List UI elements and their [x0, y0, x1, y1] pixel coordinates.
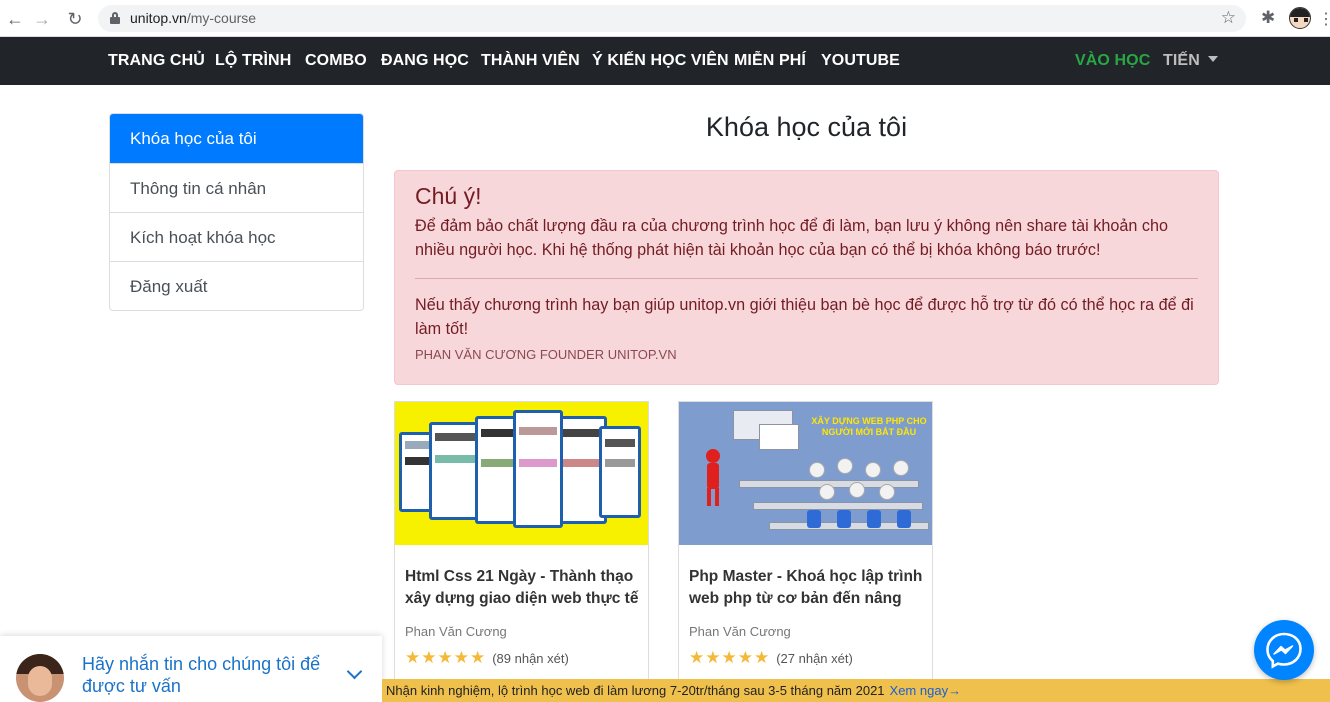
sidebar-item-my-courses[interactable]: Khóa học của tôi — [110, 114, 363, 163]
star-rating-icon: ★★★★★ — [405, 648, 487, 667]
course-author: Phan Văn Cương — [689, 624, 791, 639]
account-sidebar: Khóa học của tôi Thông tin cá nhân Kích … — [109, 113, 364, 311]
course-rating: ★★★★★ (27 nhận xét) — [689, 648, 853, 668]
course-title[interactable]: Html Css 21 Ngày - Thành thạo xây dựng g… — [405, 566, 640, 610]
alert-signature: PHAN VĂN CƯƠNG FOUNDER UNITOP.VN — [415, 347, 677, 362]
caret-down-icon — [1207, 56, 1218, 62]
course-thumbnail[interactable] — [395, 402, 648, 545]
messenger-icon — [1266, 632, 1302, 669]
alert-divider — [415, 278, 1198, 279]
nav-combo[interactable]: COMBO — [305, 52, 367, 70]
chat-prompt-text[interactable]: Hãy nhắn tin cho chúng tôi để được tư vấ… — [82, 653, 352, 697]
review-count: (89 nhận xét) — [492, 651, 569, 666]
course-card[interactable]: Html Css 21 Ngày - Thành thạo xây dựng g… — [394, 401, 649, 702]
nav-dang-hoc[interactable]: ĐANG HỌC — [381, 52, 469, 70]
course-card[interactable]: XÂY DỰNG WEB PHP CHO NGƯỜI MỚI BẮT ĐẦU P… — [678, 401, 933, 702]
promo-link[interactable]: Xem ngay→ — [890, 683, 962, 698]
forward-icon[interactable]: → — [31, 8, 53, 30]
site-navbar: TRANG CHỦ LỘ TRÌNH COMBO ĐANG HỌC THÀNH … — [0, 37, 1330, 85]
url-path: /my-course — [186, 10, 257, 26]
nav-thanh-vien[interactable]: THÀNH VIÊN — [481, 52, 580, 70]
nav-vao-hoc[interactable]: VÀO HỌC — [1075, 52, 1150, 70]
sidebar-item-activate-course[interactable]: Kích hoạt khóa học — [110, 212, 363, 261]
messenger-button[interactable] — [1254, 620, 1314, 680]
nav-mien-phi[interactable]: MIỄN PHÍ — [734, 52, 806, 70]
nav-youtube[interactable]: YOUTUBE — [821, 52, 900, 70]
alert-paragraph-1: Để đảm bảo chất lượng đầu ra của chương … — [415, 217, 1168, 259]
nav-y-kien-hoc-vien[interactable]: Ý KIẾN HỌC VIÊN — [592, 52, 729, 70]
user-name: TIẾN — [1163, 52, 1200, 69]
chat-agent-avatar — [16, 654, 64, 702]
bookmark-star-icon[interactable]: ☆ — [1221, 8, 1236, 28]
profile-avatar-icon[interactable] — [1289, 7, 1311, 29]
alert-paragraph-2: Nếu thấy chương trình hay bạn giúp unito… — [415, 296, 1194, 338]
nav-trang-chu[interactable]: TRANG CHỦ — [108, 52, 205, 70]
url-text[interactable]: unitop.vn/my-course — [130, 10, 256, 26]
extensions-puzzle-icon[interactable]: ✱ — [1261, 8, 1275, 28]
address-bar[interactable]: unitop.vn/my-course ☆ — [98, 5, 1246, 32]
lock-icon[interactable] — [110, 12, 120, 24]
star-rating-icon: ★★★★★ — [689, 648, 771, 667]
promo-text: Nhận kinh nghiệm, lộ trình học web đi là… — [386, 683, 885, 698]
promo-bar: Nhận kinh nghiệm, lộ trình học web đi là… — [382, 679, 1330, 702]
url-host: unitop.vn — [130, 10, 187, 26]
browser-toolbar: ← → ↻ unitop.vn/my-course ☆ ✱ ⋮ — [0, 0, 1330, 37]
page-title: Khóa học của tôi — [705, 112, 908, 142]
review-count: (27 nhận xét) — [776, 651, 853, 666]
chat-widget[interactable]: Hãy nhắn tin cho chúng tôi để được tư vấ… — [0, 636, 382, 702]
presenter-figure-icon — [706, 449, 720, 506]
sidebar-item-profile[interactable]: Thông tin cá nhân — [110, 163, 363, 212]
alert-heading: Chú ý! — [415, 183, 482, 209]
browser-menu-icon[interactable]: ⋮ — [1318, 9, 1330, 29]
course-thumbnail[interactable]: XÂY DỰNG WEB PHP CHO NGƯỜI MỚI BẮT ĐẦU — [679, 402, 932, 545]
course-title[interactable]: Php Master - Khoá học lập trình web php … — [689, 566, 924, 610]
course-rating: ★★★★★ (89 nhận xét) — [405, 648, 569, 668]
thumbnail-banner-text: XÂY DỰNG WEB PHP CHO NGƯỜI MỚI BẮT ĐẦU — [811, 416, 927, 437]
sidebar-item-logout[interactable]: Đăng xuất — [110, 261, 363, 310]
course-author: Phan Văn Cương — [405, 624, 507, 639]
nav-lo-trinh[interactable]: LỘ TRÌNH — [215, 52, 291, 70]
back-icon[interactable]: ← — [4, 8, 26, 30]
user-menu-dropdown[interactable]: TIẾN — [1163, 52, 1218, 70]
warning-alert: Chú ý! Để đảm bảo chất lượng đầu ra của … — [394, 170, 1219, 385]
reload-icon[interactable]: ↻ — [64, 8, 86, 30]
